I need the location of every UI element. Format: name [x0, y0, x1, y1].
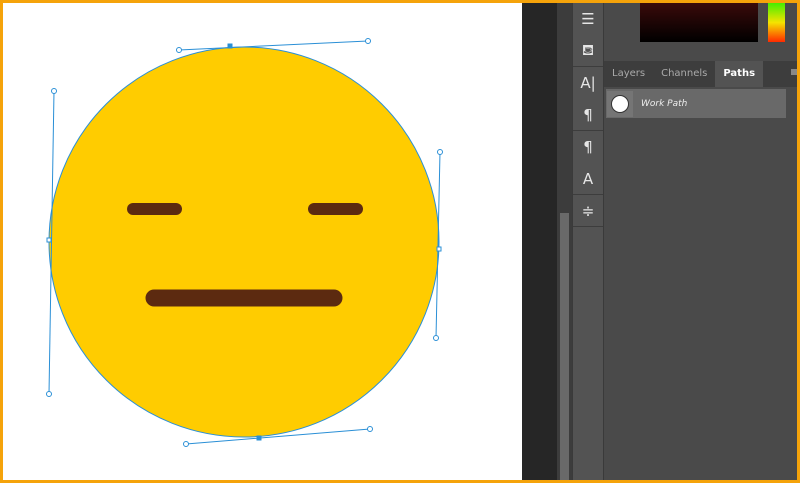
- scrollbar-thumb[interactable]: [560, 213, 569, 480]
- panel-dock: ☰ ⛾ A| ¶ ¶ A ≑: [572, 3, 604, 480]
- emoji-face: [48, 46, 440, 438]
- adjustments-icon[interactable]: ≑: [573, 195, 603, 227]
- pasteboard: [522, 3, 557, 480]
- paragraph-icon[interactable]: ¶: [573, 99, 603, 131]
- path-select-icon[interactable]: ☰: [573, 3, 603, 35]
- tab-paths[interactable]: Paths: [715, 61, 764, 87]
- path-item[interactable]: Work Path: [606, 89, 786, 118]
- vertical-scrollbar[interactable]: [557, 3, 572, 480]
- color-field[interactable]: [640, 3, 758, 42]
- paragraph-styles-icon[interactable]: ¶: [573, 131, 603, 163]
- hue-slider[interactable]: [768, 3, 785, 42]
- tab-channels[interactable]: Channels: [653, 61, 715, 87]
- path-thumbnail: [607, 90, 633, 117]
- paths-panel: Layers Channels Paths Work Path: [604, 3, 797, 480]
- panel-tabs: Layers Channels Paths: [604, 61, 797, 87]
- window: ☰ ⛾ A| ¶ ¶ A ≑ Layers Channels Paths Wor…: [3, 3, 797, 480]
- tab-layers[interactable]: Layers: [604, 61, 653, 87]
- document-canvas[interactable]: [3, 3, 522, 480]
- artwork: [46, 38, 443, 447]
- clone-source-icon[interactable]: ⛾: [573, 35, 603, 67]
- character-styles-icon[interactable]: A: [573, 163, 603, 195]
- character-icon[interactable]: A|: [573, 67, 603, 99]
- panel-menu-icon[interactable]: [791, 69, 797, 75]
- path-name: Work Path: [641, 98, 688, 109]
